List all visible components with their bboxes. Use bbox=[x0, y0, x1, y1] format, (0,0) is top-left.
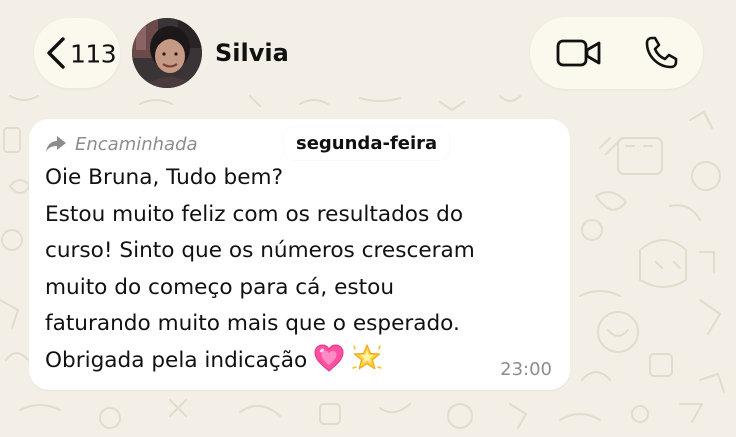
message-line: faturando muito mais que o esperado. bbox=[45, 311, 460, 336]
message-line-last: Obrigada pela indicação bbox=[45, 343, 565, 380]
avatar[interactable] bbox=[132, 18, 202, 88]
video-camera-icon bbox=[556, 39, 601, 67]
phone-icon bbox=[645, 36, 678, 69]
back-button[interactable]: 113 bbox=[34, 18, 120, 88]
message-line: curso! Sinto que os números cresceram bbox=[45, 238, 475, 263]
forwarded-label: Encaminhada bbox=[45, 131, 198, 157]
video-call-button[interactable] bbox=[544, 17, 614, 89]
glowing-star-emoji-icon bbox=[352, 343, 382, 369]
forwarded-text: Encaminhada bbox=[75, 133, 198, 155]
message-line: Estou muito feliz com os resultados do bbox=[45, 201, 464, 227]
chevron-left-icon bbox=[47, 37, 65, 69]
contact-photo-icon bbox=[132, 18, 202, 88]
message-line: muito do começo para cá, estou bbox=[45, 274, 395, 300]
contact-name[interactable]: Silvia bbox=[215, 38, 289, 68]
message-line: Obrigada pela indicação bbox=[45, 347, 308, 373]
message-text: Oie Bruna, Tudo bem? Estou muito feliz c… bbox=[45, 160, 565, 379]
call-actions bbox=[530, 17, 703, 89]
date-separator: segunda-feira bbox=[284, 127, 450, 160]
unread-count: 113 bbox=[70, 39, 117, 69]
growing-heart-emoji-icon bbox=[314, 343, 344, 372]
forward-arrow-icon bbox=[46, 136, 66, 152]
message-timestamp: 23:00 bbox=[500, 359, 552, 380]
message-line: Oie Bruna, Tudo bem? bbox=[45, 165, 284, 190]
voice-call-button[interactable] bbox=[626, 17, 696, 89]
chat-header: 113 Silvia bbox=[0, 0, 736, 100]
